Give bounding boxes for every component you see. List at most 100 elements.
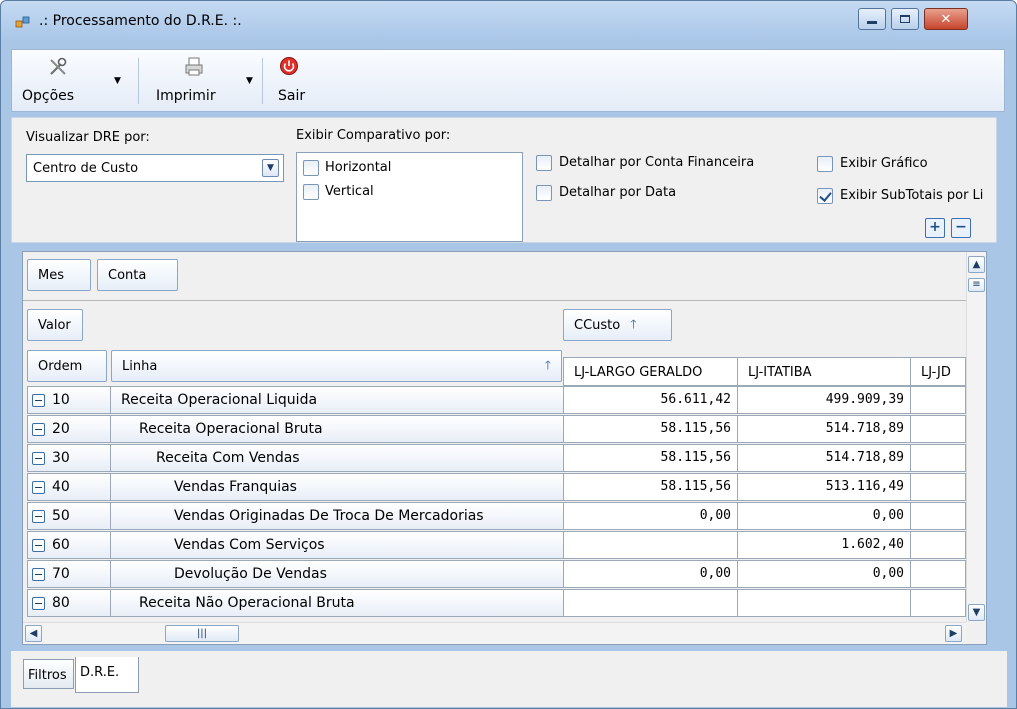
collapse-icon[interactable] [32,510,45,523]
filter-panel: Visualizar DRE por: Centro de Custo ▼ Ex… [11,117,997,243]
column-header[interactable]: LJ-LARGO GERALDO [563,357,738,386]
row-value-cell: 514.718,89 [737,444,911,472]
sort-up-icon: 🡑 [630,316,637,331]
scroll-right-button[interactable]: ▶ [945,625,962,642]
options-button[interactable]: ▼ Opções [18,50,130,111]
minimize-button[interactable] [858,8,886,30]
options-label: Opções [22,88,75,104]
collapse-icon[interactable] [32,597,45,610]
vertical-scrollbar[interactable]: ▲ ≡ ▼ [966,252,986,622]
row-code-cell[interactable]: 50 [27,502,111,530]
row-value-cell [910,386,966,414]
vertical-checkbox[interactable] [303,184,319,200]
collapse-icon[interactable] [32,539,45,552]
scroll-thumb-horizontal[interactable]: ||| [165,625,239,642]
row-line-name: Devolução De Vendas [110,560,564,588]
show-chart-checkbox[interactable] [817,156,833,172]
linha-label: Linha [122,358,158,374]
show-subtotals-checkbox[interactable] [817,188,833,204]
tools-icon [50,57,67,75]
collapse-icon[interactable] [32,394,45,407]
row-code: 40 [52,479,70,495]
toolbar: ▼ Opções ▼ Imprimir Sair [11,49,1005,112]
row-value-cell: 0,00 [563,502,738,530]
tab-filtros[interactable]: Filtros [23,659,74,689]
detail-date-checkbox[interactable] [536,185,552,201]
maximize-icon [900,15,910,23]
printer-icon [185,57,203,76]
column-header[interactable]: LJ-ITATIBA [737,357,911,386]
row-line-name: Receita Operacional Bruta [110,415,564,443]
exit-label: Sair [278,88,306,104]
row-value-cell [910,531,966,559]
chevron-down-icon[interactable]: ▼ [262,159,279,177]
row-value-cell: 0,00 [737,502,911,530]
row-code: 10 [52,392,70,408]
compare-by-label: Exibir Comparativo por: [296,128,451,143]
row-value-cell: 513.116,49 [737,473,911,501]
row-line-name: Receita Operacional Liquida [110,386,564,414]
detail-account-checkbox[interactable] [536,155,552,171]
horizontal-scrollbar[interactable]: ◀ ||| ▶ [23,622,966,644]
scroll-up-button[interactable]: ▲ [968,256,985,273]
row-code: 80 [52,595,70,611]
scroll-thumb-vertical[interactable]: ≡ [968,278,985,292]
field-valor[interactable]: Valor [27,309,83,341]
row-code-cell[interactable]: 10 [27,386,111,414]
view-by-label: Visualizar DRE por: [26,130,150,145]
print-dropdown-icon[interactable]: ▼ [246,76,253,86]
field-linha[interactable]: Linha 🡑 [111,350,562,382]
detail-date-label: Detalhar por Data [559,185,677,200]
close-button[interactable]: ✕ [924,8,968,30]
row-value-cell [910,589,966,617]
row-value-cell: 499.909,39 [737,386,911,414]
print-button[interactable]: ▼ Imprimir [152,50,256,111]
row-code: 30 [52,450,70,466]
view-by-select[interactable]: Centro de Custo ▼ [26,154,284,182]
close-icon: ✕ [940,11,952,27]
collapse-all-button[interactable]: − [951,218,971,238]
sort-up-icon: 🡑 [544,357,551,372]
field-ccusto[interactable]: CCusto 🡑 [563,309,672,341]
collapse-icon[interactable] [32,481,45,494]
row-line-name: Receita Não Operacional Bruta [110,589,564,617]
toolbar-separator [262,58,263,104]
row-value-cell [563,531,738,559]
row-value-cell [910,473,966,501]
expand-all-button[interactable]: + [925,218,945,238]
maximize-button[interactable] [891,8,919,30]
column-header[interactable]: LJ-JD [910,357,966,386]
row-value-cell [910,415,966,443]
row-value-cell: 1.602,40 [737,531,911,559]
row-value-cell: 56.611,42 [563,386,738,414]
collapse-icon[interactable] [32,423,45,436]
row-code-cell[interactable]: 60 [27,531,111,559]
horizontal-checkbox[interactable] [303,160,319,176]
field-ordem[interactable]: Ordem [27,350,107,382]
tab-dre[interactable]: D.R.E. [75,657,139,693]
field-mes[interactable]: Mes [27,259,91,291]
row-value-cell: 514.718,89 [737,415,911,443]
exit-button[interactable]: Sair [272,50,322,111]
field-conta[interactable]: Conta [97,259,178,291]
row-code-cell[interactable]: 30 [27,444,111,472]
row-code-cell[interactable]: 80 [27,589,111,617]
row-code-cell[interactable]: 70 [27,560,111,588]
row-value-cell: 58.115,56 [563,473,738,501]
row-value-cell [910,560,966,588]
row-value-cell: 0,00 [563,560,738,588]
row-code: 20 [52,421,70,437]
row-value-cell [910,502,966,530]
view-by-value: Centro de Custo [33,161,139,176]
scroll-left-button[interactable]: ◀ [25,625,42,642]
main-window: .: Processamento do D.R.E. :. ✕ ▼ Opções [0,0,1017,709]
compare-by-list: Horizontal Vertical [296,152,523,242]
row-code-cell[interactable]: 40 [27,473,111,501]
field-separator [23,300,966,301]
row-code: 50 [52,508,70,524]
row-code-cell[interactable]: 20 [27,415,111,443]
collapse-icon[interactable] [32,568,45,581]
collapse-icon[interactable] [32,452,45,465]
options-dropdown-icon[interactable]: ▼ [114,76,121,86]
scroll-down-button[interactable]: ▼ [968,604,985,621]
